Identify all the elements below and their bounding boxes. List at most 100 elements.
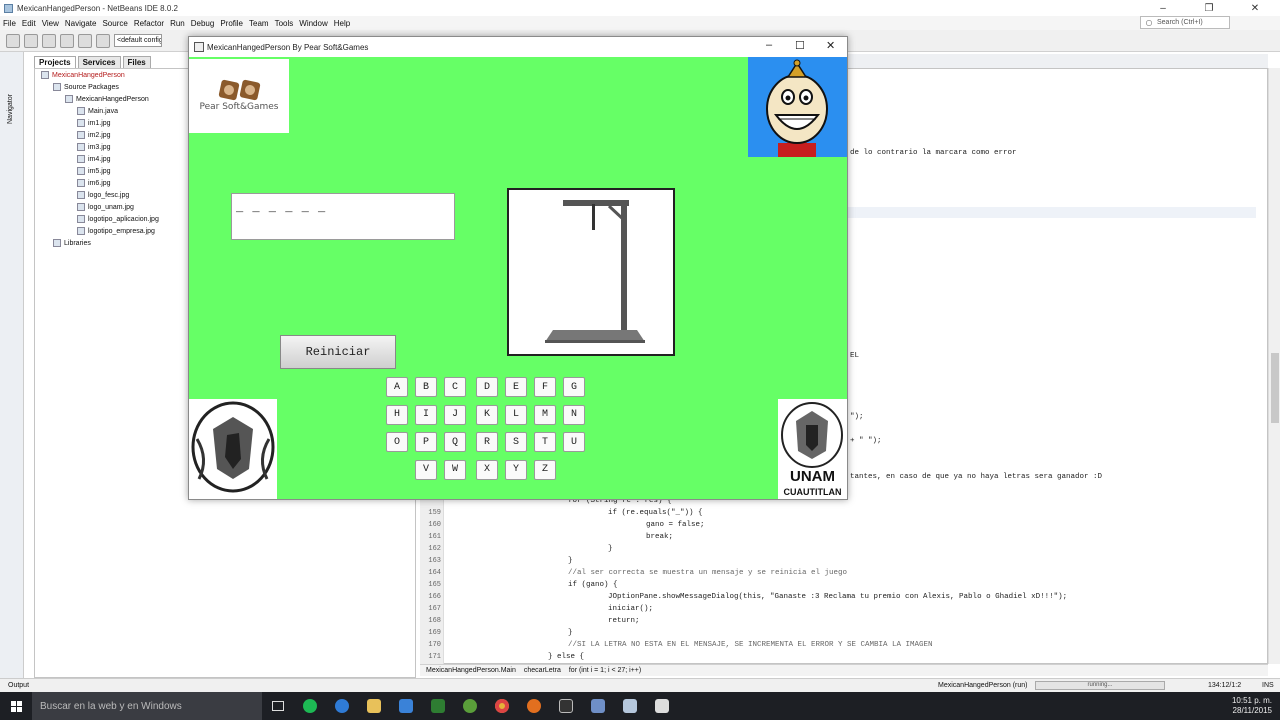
tree-item[interactable]: logotipo_empresa.jpg: [77, 227, 155, 235]
taskbar-search[interactable]: Buscar en la web y en Windows: [32, 692, 262, 720]
menu-navigate[interactable]: Navigate: [65, 19, 97, 28]
game-maximize-button[interactable]: ☐: [795, 39, 805, 52]
tree-item[interactable]: MexicanHangedPerson: [65, 95, 149, 103]
menu-run[interactable]: Run: [170, 19, 185, 28]
scrollbar-thumb[interactable]: [1271, 353, 1279, 423]
navigator-tab[interactable]: Navigator: [7, 94, 14, 124]
tree-item[interactable]: logo_unam.jpg: [77, 203, 134, 211]
code-line: }: [590, 545, 613, 553]
letter-key-i[interactable]: I: [415, 404, 437, 425]
letter-key-l[interactable]: L: [505, 404, 527, 425]
tree-item[interactable]: im5.jpg: [77, 167, 111, 175]
restart-button[interactable]: Reiniciar: [280, 335, 396, 369]
breadcrumb-method[interactable]: checarLetra: [524, 667, 561, 674]
breadcrumb-class[interactable]: MexicanHangedPerson.Main: [426, 667, 516, 674]
tab-projects[interactable]: Projects: [34, 56, 76, 68]
start-button[interactable]: [0, 692, 32, 720]
xbox-icon[interactable]: [454, 692, 486, 720]
menu-profile[interactable]: Profile: [220, 19, 243, 28]
letter-key-s[interactable]: S: [505, 432, 527, 452]
breadcrumb-loop[interactable]: for (int i = 1; i < 27; i++): [569, 667, 641, 674]
letter-key-h[interactable]: H: [386, 404, 408, 425]
game-minimize-button[interactable]: –: [766, 39, 772, 51]
open-project-icon[interactable]: [42, 33, 56, 48]
letter-key-n[interactable]: N: [563, 404, 585, 425]
tree-item[interactable]: im2.jpg: [77, 131, 111, 139]
tree-item[interactable]: logotipo_aplicacion.jpg: [77, 215, 159, 223]
letter-key-q[interactable]: Q: [444, 432, 466, 452]
menu-tools[interactable]: Tools: [275, 19, 294, 28]
tab-files[interactable]: Files: [122, 56, 151, 68]
redo-icon[interactable]: [96, 33, 110, 48]
game-close-button[interactable]: ✕: [826, 39, 835, 52]
edge-icon[interactable]: [326, 692, 358, 720]
letter-key-g[interactable]: G: [563, 377, 585, 397]
new-project-icon[interactable]: [6, 33, 20, 48]
letter-key-e[interactable]: E: [505, 377, 527, 397]
letter-key-x[interactable]: X: [476, 459, 498, 480]
ide-close-button[interactable]: ✕: [1232, 0, 1278, 16]
terminal-icon[interactable]: [550, 692, 582, 720]
letter-key-v[interactable]: V: [415, 459, 437, 480]
undo-icon[interactable]: [78, 33, 92, 48]
app-icon[interactable]: [422, 692, 454, 720]
tree-item[interactable]: logo_fesc.jpg: [77, 191, 129, 199]
netbeans-taskbar-icon[interactable]: [614, 692, 646, 720]
system-clock[interactable]: 10:51 p. m. 28/11/2015: [1232, 692, 1272, 720]
letter-key-k[interactable]: K: [476, 404, 498, 425]
letter-key-y[interactable]: Y: [505, 459, 527, 480]
tree-item[interactable]: Main.java: [77, 107, 118, 115]
store-icon[interactable]: [390, 692, 422, 720]
menu-file[interactable]: File: [3, 19, 16, 28]
letter-key-b[interactable]: B: [415, 377, 437, 397]
menu-view[interactable]: View: [42, 19, 59, 28]
letter-key-p[interactable]: P: [415, 432, 437, 452]
tree-item[interactable]: MexicanHangedPerson: [41, 71, 125, 79]
tree-item[interactable]: Source Packages: [53, 83, 119, 91]
letter-key-m[interactable]: M: [534, 404, 556, 425]
letter-key-c[interactable]: C: [444, 377, 466, 397]
new-file-icon[interactable]: [24, 33, 38, 48]
menu-refactor[interactable]: Refactor: [134, 19, 164, 28]
ide-search-input[interactable]: Search (Ctrl+I): [1140, 16, 1230, 29]
tree-item-label: logo_fesc.jpg: [88, 191, 130, 199]
firefox-icon[interactable]: [518, 692, 550, 720]
letter-key-z[interactable]: Z: [534, 459, 556, 480]
file-explorer-icon[interactable]: [358, 692, 390, 720]
chrome-icon[interactable]: [486, 692, 518, 720]
letter-key-u[interactable]: U: [563, 432, 585, 452]
save-all-icon[interactable]: [60, 33, 74, 48]
menu-edit[interactable]: Edit: [22, 19, 36, 28]
config-select[interactable]: <default config>: [114, 34, 162, 47]
file-icon: [65, 95, 73, 103]
task-view-icon[interactable]: [262, 692, 294, 720]
tree-item[interactable]: Libraries: [53, 239, 91, 247]
ide-maximize-button[interactable]: ❐: [1186, 0, 1232, 16]
letter-key-o[interactable]: O: [386, 432, 408, 452]
letter-key-f[interactable]: F: [534, 377, 556, 397]
output-tab[interactable]: Output: [8, 682, 29, 689]
tree-item[interactable]: im3.jpg: [77, 143, 111, 151]
menu-help[interactable]: Help: [334, 19, 350, 28]
tree-item[interactable]: im6.jpg: [77, 179, 111, 187]
menu-team[interactable]: Team: [249, 19, 269, 28]
editor-scrollbar[interactable]: [1268, 68, 1280, 664]
letter-key-a[interactable]: A: [386, 377, 408, 397]
spotify-icon[interactable]: [294, 692, 326, 720]
letter-key-j[interactable]: J: [444, 404, 466, 425]
letter-key-d[interactable]: D: [476, 377, 498, 397]
line-number: 163: [428, 557, 441, 565]
letter-key-t[interactable]: T: [534, 432, 556, 452]
virtualbox-icon[interactable]: [582, 692, 614, 720]
project-tabs: Projects Services Files: [34, 56, 184, 68]
letter-key-w[interactable]: W: [444, 459, 466, 480]
menu-source[interactable]: Source: [102, 19, 127, 28]
tree-item[interactable]: im4.jpg: [77, 155, 111, 163]
menu-window[interactable]: Window: [299, 19, 327, 28]
tree-item[interactable]: im1.jpg: [77, 119, 111, 127]
ide-minimize-button[interactable]: –: [1140, 0, 1186, 16]
java-taskbar-icon[interactable]: [646, 692, 678, 720]
menu-debug[interactable]: Debug: [191, 19, 215, 28]
tab-services[interactable]: Services: [77, 56, 121, 68]
letter-key-r[interactable]: R: [476, 432, 498, 452]
